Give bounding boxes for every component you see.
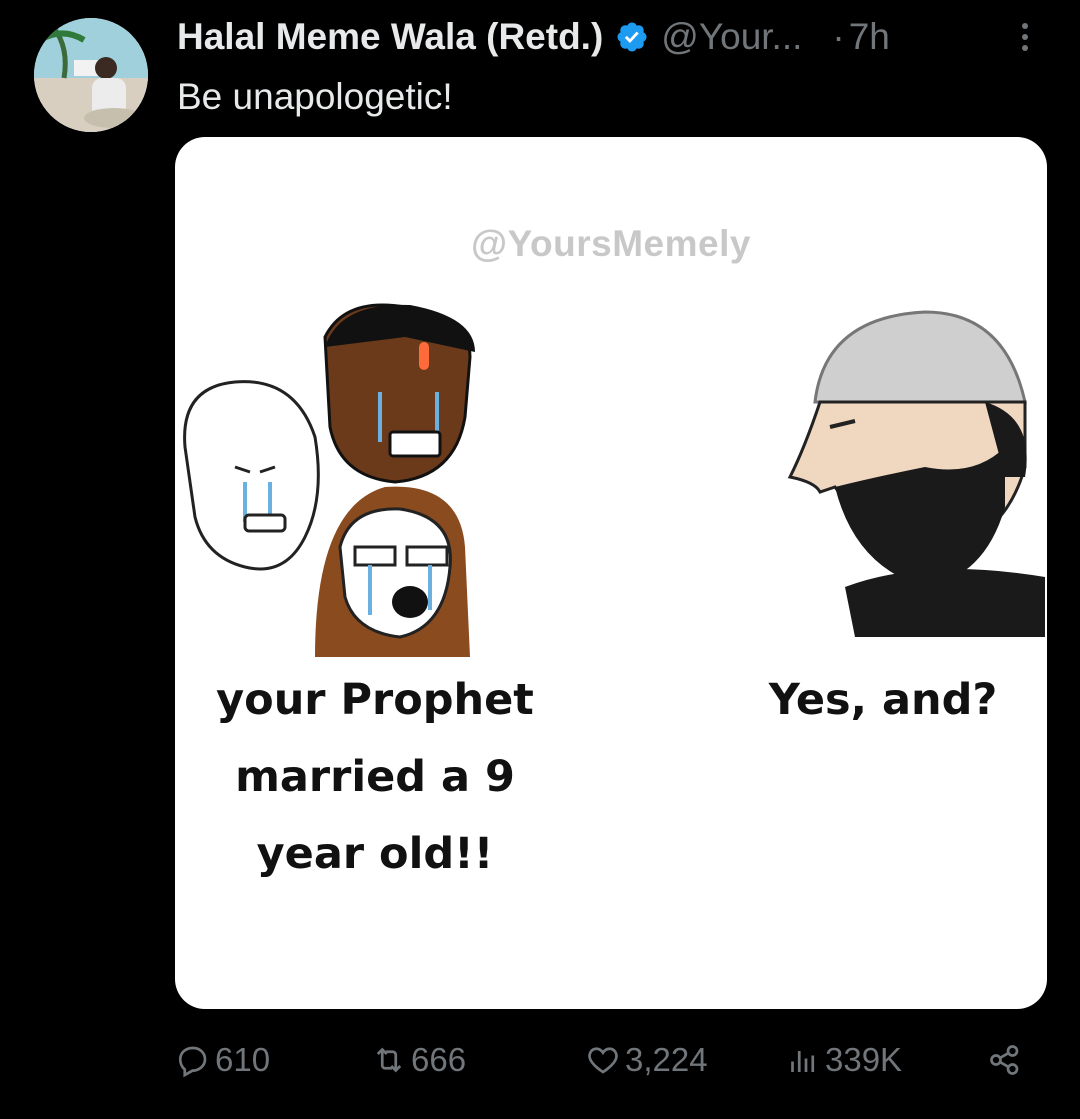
meme-caption-left: your Prophet married a 9 year old!! [216,675,534,879]
timestamp[interactable]: 7h [849,16,890,58]
views-count: 339K [825,1041,903,1078]
reply-count: 610 [215,1041,271,1078]
chad-illustration [787,310,1045,637]
avatar[interactable] [34,18,148,132]
reply-button[interactable]: 610 [175,1034,270,1086]
meme-caption-right: Yes, and? [768,675,998,725]
tweet-header: Halal Meme Wala (Retd.) @Your... · 7h [177,14,1060,60]
repost-icon [376,1047,402,1073]
repost-button[interactable]: 666 [371,1034,466,1086]
heart-icon [588,1047,618,1074]
crying-wojaks-illustration [183,303,475,657]
watermark: @YoursMemely [471,223,751,264]
repost-count: 666 [411,1041,467,1078]
more-options-icon[interactable] [1010,17,1040,57]
reply-icon [178,1046,207,1078]
views-icon [791,1051,815,1072]
views-button[interactable]: 339K [785,1034,902,1086]
like-count: 3,224 [625,1041,708,1078]
separator-dot: · [832,16,845,57]
tweet-actions: 610 666 3,224 339K [175,1034,1047,1086]
verified-badge-icon [617,22,647,52]
tweet-media-image[interactable]: @YoursMemely your Prophet married a 9 ye… [175,137,1047,1009]
like-button[interactable]: 3,224 [585,1034,708,1086]
avatar-image [34,18,148,132]
display-name[interactable]: Halal Meme Wala (Retd.) [177,16,603,58]
share-button[interactable] [987,1034,1027,1086]
handle[interactable]: @Your... [661,16,802,58]
tweet-text: Be unapologetic! [177,76,453,117]
share-icon [990,1045,1019,1075]
